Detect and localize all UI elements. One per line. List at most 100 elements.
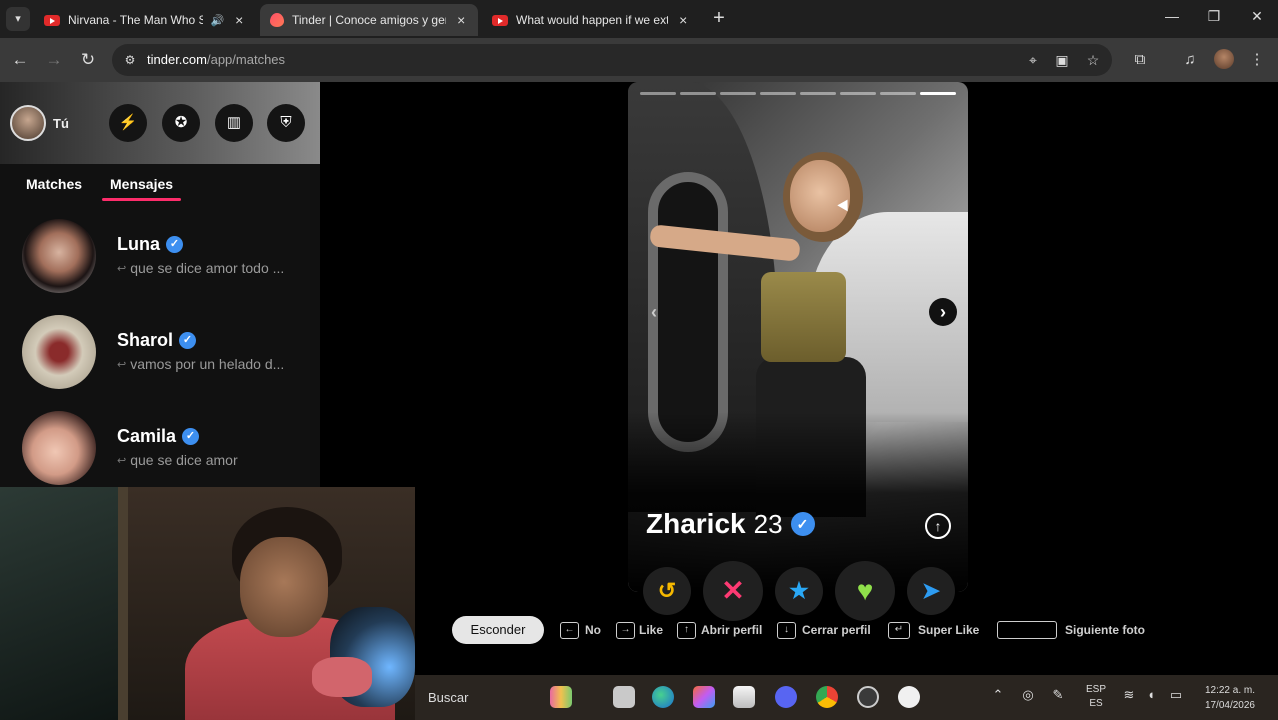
copilot-icon[interactable] [693,686,715,708]
extensions-icon[interactable]: ⧉ [1129,49,1151,71]
tulips-widget-icon[interactable] [550,686,572,708]
battery-icon[interactable]: ▭ [1167,687,1185,703]
match-avatar[interactable] [22,219,96,293]
sidebar-header: Tú ⚡ ✪ ▥ ⛨ [0,82,320,164]
explore-compass-icon[interactable]: ✪ [162,104,200,142]
shortcut-like: Like [639,623,664,637]
tab-search-chevron-icon[interactable]: ▾ [6,7,30,31]
rewind-button-icon[interactable]: ↺ [643,567,691,615]
minimize-icon[interactable]: — [1157,8,1187,24]
boost-send-icon[interactable]: ➤ [907,567,955,615]
photo-progress-segment[interactable] [640,92,676,95]
safety-shield-icon[interactable]: ⛨ [267,104,305,142]
message-row-sharol[interactable]: Sharol ✓ ↩ vamos por un helado d... [0,315,320,411]
profile-name: Zharick [646,508,746,539]
tray-app-icon[interactable]: ◎ [1019,687,1037,703]
match-avatar[interactable] [22,411,96,485]
close-tab-icon[interactable]: × [232,12,246,28]
photo-progress-segment[interactable] [840,92,876,95]
shortcut-close-profile: Cerrar perfil [802,623,871,637]
photo-progress-segment[interactable] [720,92,756,95]
message-row-luna[interactable]: Luna ✓ ↩ que se dice amor todo ... [0,219,320,315]
tab-title: What would happen if we exter [516,13,669,27]
close-window-icon[interactable]: ✕ [1242,8,1272,25]
verified-badge-icon: ✓ [182,428,200,445]
open-profile-arrow-icon[interactable]: ↑ [925,513,951,539]
message-preview-text: vamos por un helado d... [130,356,285,372]
profile-avatar-icon[interactable] [1214,49,1234,69]
address-bar[interactable]: ⚙ tinder.com/app/matches ⌖ ▣ ☆ [112,44,1112,76]
verified-badge-icon: ✓ [166,236,183,253]
photo-progress-segment[interactable] [760,92,796,95]
profile-card[interactable]: ‹ › Zharick 23 ✓ ↑ [628,82,968,592]
cast-icon[interactable]: ▣ [1053,51,1071,69]
photo-progress-bar [640,92,956,96]
bookmark-star-icon[interactable]: ☆ [1084,51,1102,69]
tab-title: Tinder | Conoce amigos y gente [292,13,447,27]
location-pin-icon[interactable]: ⌖ [1024,51,1042,69]
photo-progress-segment[interactable] [800,92,836,95]
browser-menu-icon[interactable]: ⋮ [1246,49,1268,71]
previous-photo-chevron-icon[interactable]: ‹ [640,298,668,326]
clock-time: 12:22 a. m. [1204,685,1255,696]
shortcut-next-photo: Siguiente foto [1065,623,1145,637]
url-host: tinder.com [147,52,207,67]
tab-nirvana[interactable]: Nirvana - The Man Who Sold 🔊 × [34,4,256,36]
chrome-icon[interactable] [816,686,838,708]
tray-pen-icon[interactable]: ✎ [1049,687,1067,703]
like-heart-icon[interactable]: ♥ [835,561,895,621]
close-tab-icon[interactable]: × [454,12,468,28]
url-text[interactable]: tinder.com/app/matches [147,52,285,67]
obs-recording-icon[interactable] [857,686,879,708]
forward-arrow-icon[interactable]: → [43,49,65,71]
right-arrow-key-icon: → [616,622,635,639]
reload-icon[interactable]: ↻ [77,49,99,71]
clock-date: 17/04/2026 [1204,700,1255,711]
tab-mensajes[interactable]: Mensajes [101,176,182,201]
match-avatar[interactable] [22,315,96,389]
site-info-icon[interactable]: ⚙ [122,52,138,68]
system-clock[interactable]: 12:22 a. m. 17/04/2026 [1199,683,1255,713]
photo-progress-segment[interactable] [880,92,916,95]
discord-icon[interactable] [775,686,797,708]
wifi-icon[interactable]: ≋ [1120,687,1138,703]
tray-overflow-chevron-icon[interactable]: ⌃ [989,687,1007,703]
nope-x-button-icon[interactable]: ✕ [703,561,763,621]
back-arrow-icon[interactable]: ← [9,49,31,71]
microsoft-store-icon[interactable] [733,686,755,708]
hide-shortcuts-button[interactable]: Esconder [452,616,544,644]
work-briefcase-icon[interactable]: ▥ [215,104,253,142]
photo-progress-segment[interactable] [680,92,716,95]
webcam-window-background [0,487,118,720]
edge-browser-icon[interactable] [652,686,674,708]
photo-progress-segment[interactable] [920,92,956,95]
language-indicator[interactable]: ESP ES [1085,683,1107,711]
my-profile-avatar[interactable] [10,105,46,141]
taskbar-search[interactable]: Buscar [415,681,605,713]
match-name-text: Luna [117,234,160,254]
match-name: Camila ✓ [117,426,200,447]
close-tab-icon[interactable]: × [676,12,690,28]
restore-icon[interactable]: ❐ [1199,8,1229,25]
left-arrow-key-icon: ← [560,622,579,639]
space-key-icon [997,621,1057,639]
message-preview-text: que se dice amor [130,452,238,468]
language-bottom: ES [1089,698,1103,709]
webcam-overlay [0,487,415,720]
tab-tinder[interactable]: Tinder | Conoce amigos y gente × [260,4,478,36]
verified-badge-icon: ✓ [179,332,197,349]
task-view-icon[interactable] [613,686,635,708]
next-photo-chevron-icon[interactable]: › [929,298,957,326]
match-name-text: Sharol [117,330,174,350]
my-profile-label[interactable]: Tú [53,116,69,131]
super-like-star-icon[interactable]: ★ [775,567,823,615]
boost-lightning-icon[interactable]: ⚡ [109,104,147,142]
volume-icon[interactable]: ◖ [1142,687,1160,702]
tab-what-would-happen[interactable]: What would happen if we exter × [482,4,700,36]
new-tab-icon[interactable]: + [709,8,729,28]
media-controls-icon[interactable]: ♫ [1179,49,1201,71]
speaker-icon[interactable]: 🔊 [211,14,225,27]
tab-matches[interactable]: Matches [26,176,82,192]
shortcut-no: No [585,623,601,637]
settings-gear-icon[interactable] [898,686,920,708]
